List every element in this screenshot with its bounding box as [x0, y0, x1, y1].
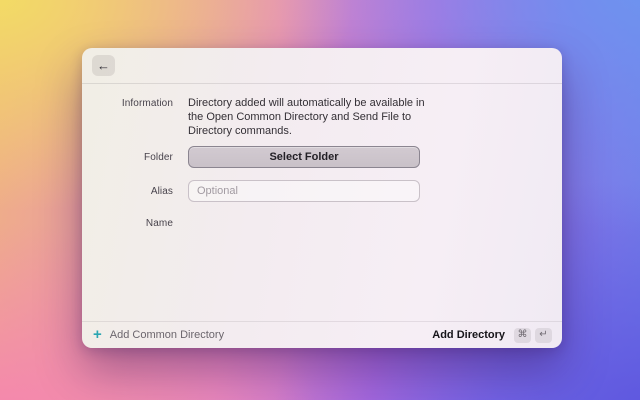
plus-icon: +: [93, 327, 102, 342]
alias-row: Alias: [82, 180, 562, 202]
name-label: Name: [82, 218, 188, 229]
information-text: Directory added will automatically be av…: [188, 96, 436, 138]
folder-row: Folder Select Folder: [82, 146, 562, 168]
back-arrow-icon: ←: [97, 59, 110, 72]
folder-label: Folder: [82, 152, 188, 163]
command-key-icon: ⌘: [514, 328, 531, 343]
add-directory-action[interactable]: Add Directory ⌘ ↵: [432, 328, 552, 343]
return-key-icon: ↵: [535, 328, 552, 343]
back-button[interactable]: ←: [92, 55, 115, 76]
add-directory-label: Add Directory: [432, 329, 505, 341]
alias-label: Alias: [82, 186, 188, 197]
information-row: Information Directory added will automat…: [82, 96, 562, 138]
add-directory-dialog: ← Information Directory added will autom…: [82, 48, 562, 348]
add-common-directory-label: Add Common Directory: [110, 329, 224, 341]
alias-input[interactable]: [188, 180, 420, 202]
name-row: Name: [82, 218, 562, 229]
dialog-header: ←: [82, 48, 562, 84]
add-common-directory-button[interactable]: + Add Common Directory: [93, 328, 224, 342]
dialog-form: Information Directory added will automat…: [82, 84, 562, 321]
information-label: Information: [82, 96, 188, 138]
dialog-footer: + Add Common Directory Add Directory ⌘ ↵: [82, 321, 562, 348]
select-folder-button[interactable]: Select Folder: [188, 146, 420, 168]
